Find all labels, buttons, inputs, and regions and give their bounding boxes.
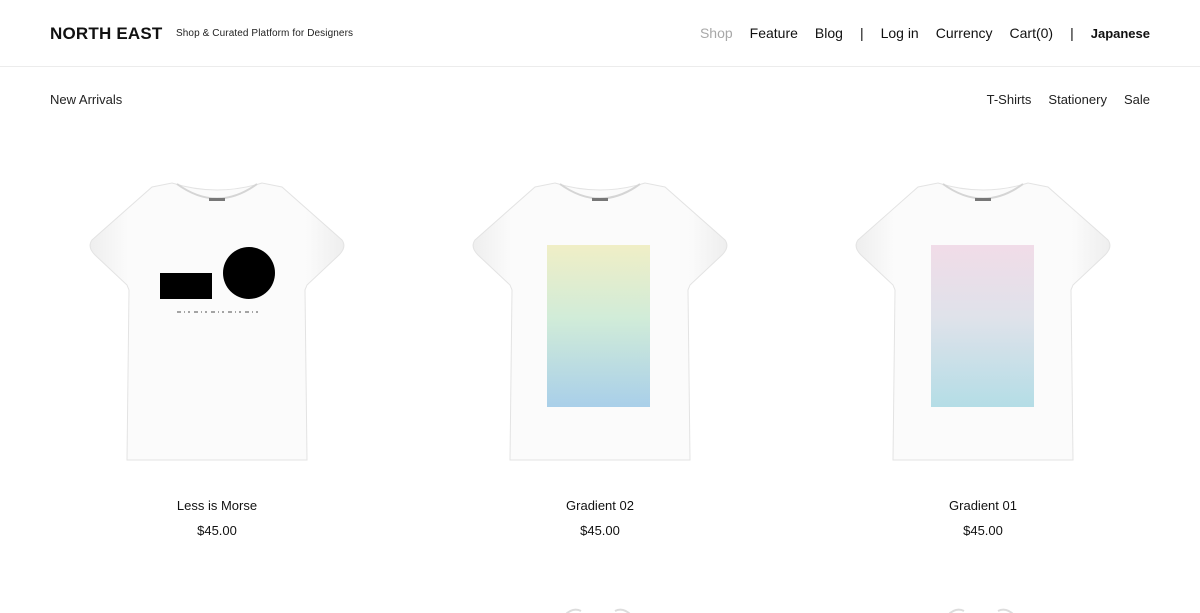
nav-feature-link[interactable]: Feature	[750, 25, 798, 41]
category-stationery-link[interactable]: Stationery	[1048, 92, 1107, 107]
subheader: New Arrivals T-Shirts Stationery Sale	[0, 92, 1200, 112]
product-price: $45.00	[580, 523, 620, 538]
nav-login-link[interactable]: Log in	[881, 25, 919, 41]
section-title: New Arrivals	[50, 92, 123, 107]
product-card[interactable]: Gradient 02 $45.00	[435, 160, 765, 550]
product-card[interactable]: Gradient 01 $45.00	[818, 160, 1148, 550]
tshirt-image[interactable]	[77, 175, 357, 465]
nav-language-link[interactable]: Japanese	[1091, 26, 1150, 41]
product-name[interactable]: Gradient 02	[435, 498, 765, 513]
category-tshirts-link[interactable]: T-Shirts	[987, 92, 1032, 107]
site-header: NORTH EAST Shop & Curated Platform for D…	[0, 0, 1200, 67]
nav-cart-link[interactable]: Cart(0)	[1010, 25, 1054, 41]
product-name[interactable]: Less is Morse	[52, 498, 382, 513]
product-card[interactable]: Less is Morse $45.00	[52, 160, 382, 550]
category-sale-link[interactable]: Sale	[1124, 92, 1150, 107]
brand-tagline: Shop & Curated Platform for Designers	[176, 28, 354, 39]
nav-currency-link[interactable]: Currency	[936, 25, 993, 41]
tshirt-image[interactable]	[460, 175, 740, 465]
nav-separator: |	[859, 25, 864, 41]
product-price: $45.00	[197, 523, 237, 538]
next-row-tshirt-peek	[948, 608, 1014, 613]
nav-shop-link[interactable]: Shop	[700, 25, 733, 41]
tshirt-image[interactable]	[843, 175, 1123, 465]
product-price: $45.00	[963, 523, 1003, 538]
product-name[interactable]: Gradient 01	[818, 498, 1148, 513]
nav-blog-link[interactable]: Blog	[815, 25, 843, 41]
brand-logo[interactable]: NORTH EAST	[50, 24, 163, 44]
next-row-tshirt-peek	[565, 608, 631, 613]
top-nav: Shop Feature Blog | Log in Currency Cart…	[700, 25, 1150, 41]
category-nav: T-Shirts Stationery Sale	[987, 92, 1150, 107]
nav-separator: |	[1070, 25, 1074, 41]
